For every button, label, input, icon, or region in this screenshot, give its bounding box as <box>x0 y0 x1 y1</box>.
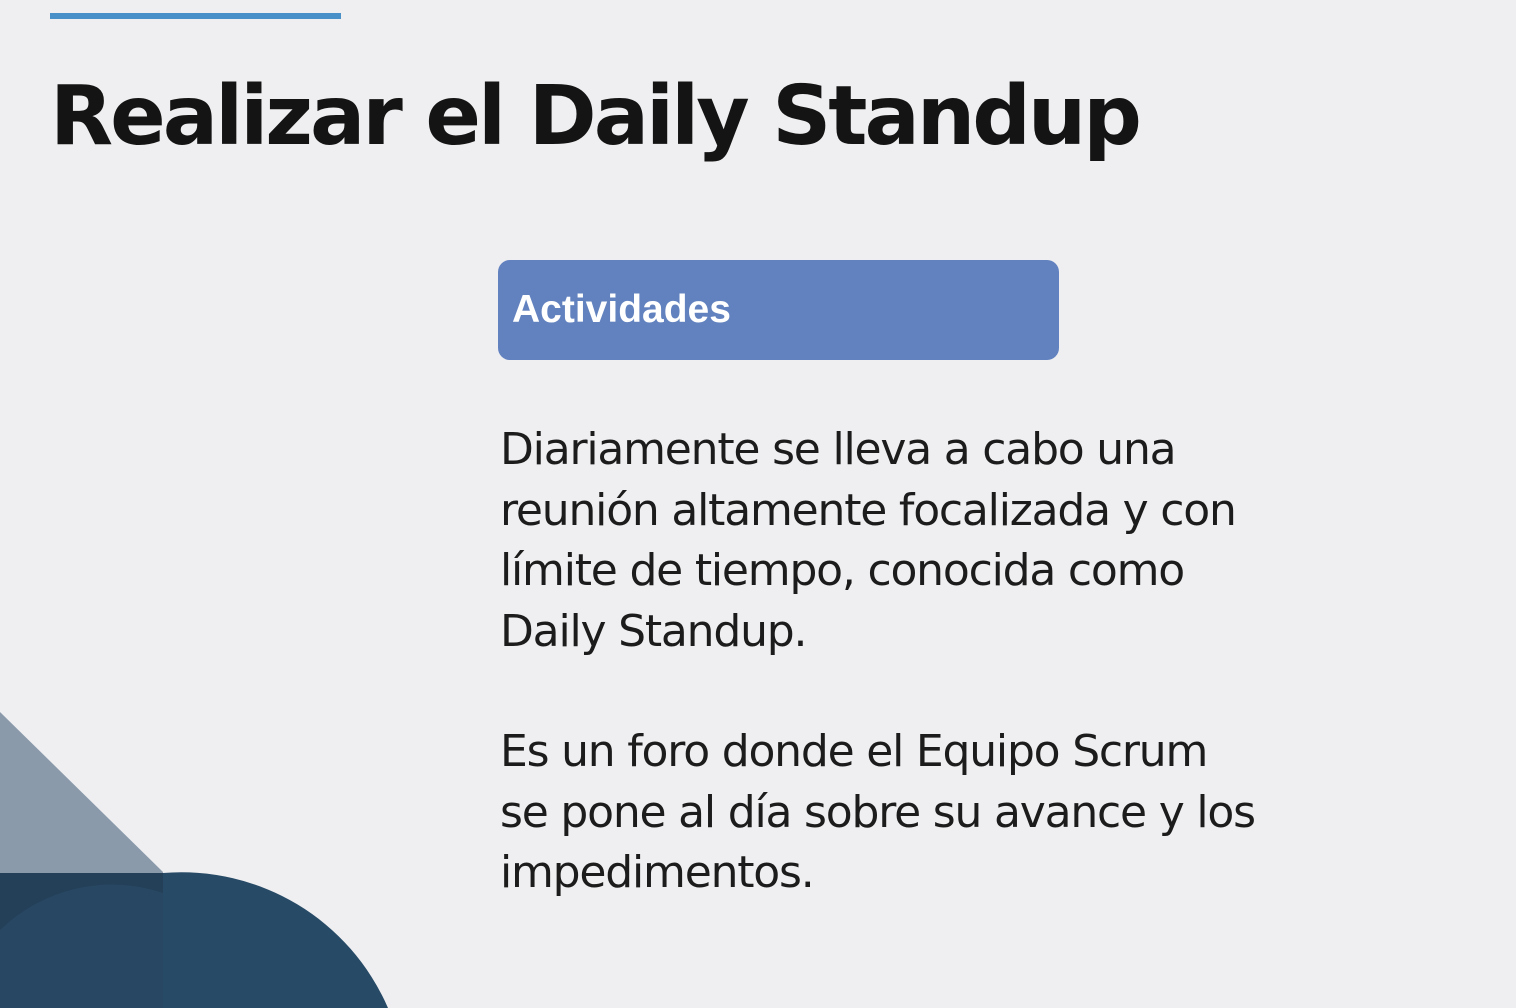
decorative-corner-shapes <box>0 712 388 1008</box>
